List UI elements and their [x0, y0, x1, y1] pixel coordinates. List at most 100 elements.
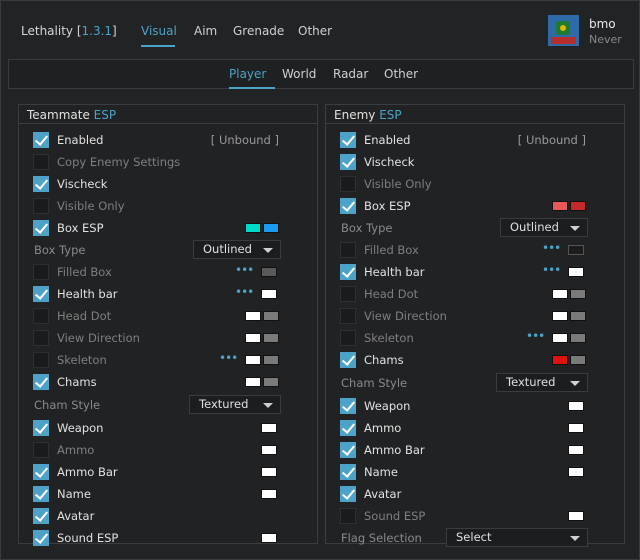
en-head-dot-color-visible[interactable] — [552, 289, 568, 299]
en-filled-box-color[interactable] — [568, 245, 584, 255]
tm-visible-only-row[interactable]: Visible Only — [19, 196, 317, 216]
en-enabled-checkbox[interactable] — [340, 132, 356, 148]
tm-view-direction-row[interactable]: View Direction — [19, 328, 317, 348]
tm-skeleton-options-icon[interactable]: ••• — [219, 351, 238, 365]
en-chams-row[interactable]: Chams — [326, 350, 624, 370]
en-head-dot-color-hidden[interactable] — [570, 289, 586, 299]
tm-chams-color-visible[interactable] — [245, 377, 261, 387]
en-flag-selection-dropdown[interactable]: Select — [446, 528, 588, 547]
en-filled-box-row[interactable]: Filled Box ••• — [326, 240, 624, 260]
tm-filled-box-color[interactable] — [261, 267, 277, 277]
tm-ammo-checkbox[interactable] — [33, 442, 49, 458]
tm-visible-only-checkbox[interactable] — [33, 198, 49, 214]
en-health-bar-row[interactable]: Health bar ••• — [326, 262, 624, 282]
tm-copy-enemy-checkbox[interactable] — [33, 154, 49, 170]
en-filled-box-checkbox[interactable] — [340, 242, 356, 258]
tm-head-dot-color-visible[interactable] — [245, 311, 261, 321]
subtab-world[interactable]: World — [282, 67, 316, 81]
tm-weapon-color[interactable] — [261, 423, 277, 433]
en-view-direction-row[interactable]: View Direction — [326, 306, 624, 326]
en-avatar-row[interactable]: Avatar — [326, 484, 624, 504]
tm-box-esp-row[interactable]: Box ESP — [19, 218, 317, 238]
subtab-player[interactable]: Player — [229, 67, 266, 81]
tm-sound-esp-color[interactable] — [261, 533, 277, 543]
en-enabled-row[interactable]: Enabled [ Unbound ] — [326, 130, 624, 150]
tm-ammo-bar-row[interactable]: Ammo Bar — [19, 462, 317, 482]
tm-name-color[interactable] — [261, 489, 277, 499]
en-ammo-checkbox[interactable] — [340, 420, 356, 436]
tm-weapon-checkbox[interactable] — [33, 420, 49, 436]
tm-enabled-row[interactable]: Enabled [ Unbound ] — [19, 130, 317, 150]
en-ammo-bar-checkbox[interactable] — [340, 442, 356, 458]
tm-filled-box-row[interactable]: Filled Box ••• — [19, 262, 317, 282]
tm-sound-esp-checkbox[interactable] — [33, 530, 49, 546]
tm-vischeck-row[interactable]: Vischeck — [19, 174, 317, 194]
tm-weapon-row[interactable]: Weapon — [19, 418, 317, 438]
en-ammo-bar-row[interactable]: Ammo Bar — [326, 440, 624, 460]
en-vischeck-checkbox[interactable] — [340, 154, 356, 170]
tm-view-direction-checkbox[interactable] — [33, 330, 49, 346]
en-chams-color-visible[interactable] — [552, 355, 568, 365]
en-sound-esp-row[interactable]: Sound ESP — [326, 506, 624, 526]
tm-view-dir-color-hidden[interactable] — [263, 333, 279, 343]
tm-chams-checkbox[interactable] — [33, 374, 49, 390]
en-ammo-bar-color[interactable] — [568, 445, 584, 455]
en-skeleton-options-icon[interactable]: ••• — [526, 329, 545, 343]
tab-grenade[interactable]: Grenade — [233, 24, 284, 38]
tm-box-type-dropdown[interactable]: Outlined — [193, 240, 281, 259]
tm-skeleton-row[interactable]: Skeleton ••• — [19, 350, 317, 370]
tm-ammo-bar-color[interactable] — [261, 467, 277, 477]
en-box-esp-checkbox[interactable] — [340, 198, 356, 214]
tm-cham-style-dropdown[interactable]: Textured — [189, 395, 281, 414]
en-head-dot-checkbox[interactable] — [340, 286, 356, 302]
en-weapon-color[interactable] — [568, 401, 584, 411]
en-health-bar-color[interactable] — [568, 267, 584, 277]
tab-aim[interactable]: Aim — [194, 24, 217, 38]
en-weapon-row[interactable]: Weapon — [326, 396, 624, 416]
tm-skeleton-checkbox[interactable] — [33, 352, 49, 368]
en-sound-esp-checkbox[interactable] — [340, 508, 356, 524]
tm-box-color-visible[interactable] — [245, 223, 261, 233]
en-ammo-row[interactable]: Ammo — [326, 418, 624, 438]
en-visible-only-row[interactable]: Visible Only — [326, 174, 624, 194]
tm-avatar-checkbox[interactable] — [33, 508, 49, 524]
tm-filled-box-options-icon[interactable]: ••• — [235, 263, 254, 277]
en-box-color-hidden[interactable] — [570, 201, 586, 211]
tm-name-checkbox[interactable] — [33, 486, 49, 502]
tm-enabled-checkbox[interactable] — [33, 132, 49, 148]
en-visible-only-checkbox[interactable] — [340, 176, 356, 192]
en-skeleton-row[interactable]: Skeleton ••• — [326, 328, 624, 348]
en-head-dot-row[interactable]: Head Dot — [326, 284, 624, 304]
en-skeleton-color-hidden[interactable] — [570, 333, 586, 343]
subtab-other[interactable]: Other — [384, 67, 418, 81]
tm-view-dir-color-visible[interactable] — [245, 333, 261, 343]
en-weapon-checkbox[interactable] — [340, 398, 356, 414]
tm-head-dot-checkbox[interactable] — [33, 308, 49, 324]
tm-health-bar-checkbox[interactable] — [33, 286, 49, 302]
tm-health-bar-options-icon[interactable]: ••• — [235, 285, 254, 299]
en-view-direction-checkbox[interactable] — [340, 308, 356, 324]
en-view-dir-color-visible[interactable] — [552, 311, 568, 321]
en-chams-color-hidden[interactable] — [570, 355, 586, 365]
tm-vischeck-checkbox[interactable] — [33, 176, 49, 192]
tm-box-esp-checkbox[interactable] — [33, 220, 49, 236]
tm-filled-box-checkbox[interactable] — [33, 264, 49, 280]
en-name-color[interactable] — [568, 467, 584, 477]
en-box-type-dropdown[interactable]: Outlined — [500, 218, 588, 237]
tm-avatar-row[interactable]: Avatar — [19, 506, 317, 526]
tm-health-bar-row[interactable]: Health bar ••• — [19, 284, 317, 304]
tab-visual[interactable]: Visual — [141, 24, 177, 38]
tm-keybind[interactable]: [ Unbound ] — [211, 133, 279, 147]
en-cham-style-dropdown[interactable]: Textured — [496, 373, 588, 392]
en-view-dir-color-hidden[interactable] — [570, 311, 586, 321]
en-filled-box-options-icon[interactable]: ••• — [542, 241, 561, 255]
en-skeleton-color-visible[interactable] — [552, 333, 568, 343]
en-vischeck-row[interactable]: Vischeck — [326, 152, 624, 172]
subtab-radar[interactable]: Radar — [333, 67, 368, 81]
tm-ammo-row[interactable]: Ammo — [19, 440, 317, 460]
tm-head-dot-color-hidden[interactable] — [263, 311, 279, 321]
tm-chams-color-hidden[interactable] — [263, 377, 279, 387]
en-health-bar-options-icon[interactable]: ••• — [542, 263, 561, 277]
en-keybind[interactable]: [ Unbound ] — [518, 133, 586, 147]
user-avatar[interactable] — [548, 15, 579, 46]
